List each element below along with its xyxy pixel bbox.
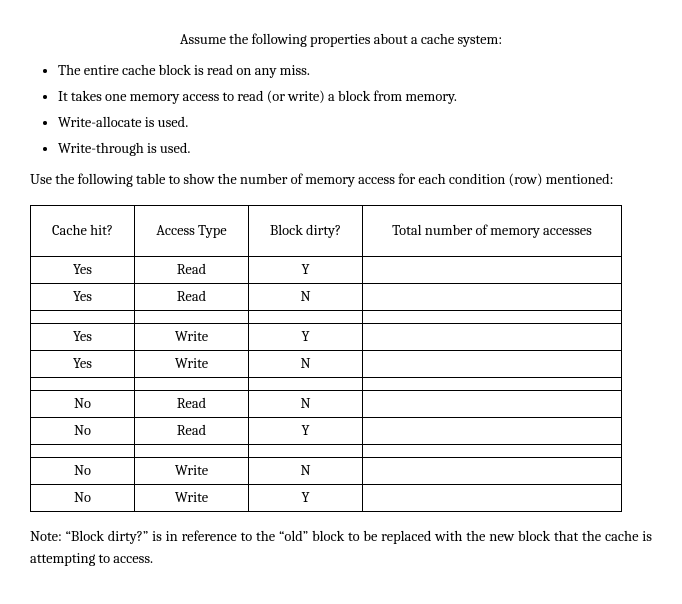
cell-cache-hit: No <box>31 484 135 511</box>
table-row: No Write Y <box>31 484 622 511</box>
cell-block-dirty: Y <box>249 484 363 511</box>
cell-cache-hit: No <box>31 457 135 484</box>
cell-access-type: Read <box>135 390 249 417</box>
table-header-row: Cache hit? Access Type Block dirty? Tota… <box>31 206 622 257</box>
cell-cache-hit: Yes <box>31 323 135 350</box>
cell-block-dirty: N <box>249 350 363 377</box>
properties-list: The entire cache block is read on any mi… <box>30 60 652 159</box>
instruction-text: Use the following table to show the numb… <box>30 169 652 191</box>
cell-cache-hit: No <box>31 417 135 444</box>
page: Assume the following properties about a … <box>0 0 682 604</box>
table-spacer <box>31 444 622 457</box>
cell-total[interactable] <box>363 417 622 444</box>
cell-block-dirty: Y <box>249 323 363 350</box>
table-row: Yes Write N <box>31 350 622 377</box>
table-row: Yes Read N <box>31 283 622 310</box>
cell-access-type: Read <box>135 283 249 310</box>
cell-cache-hit: Yes <box>31 283 135 310</box>
header-total: Total number of memory accesses <box>363 206 622 257</box>
cell-block-dirty: N <box>249 283 363 310</box>
cell-block-dirty: Y <box>249 256 363 283</box>
table-spacer <box>31 310 622 323</box>
table-row: No Read Y <box>31 417 622 444</box>
cell-total[interactable] <box>363 323 622 350</box>
cell-block-dirty: N <box>249 457 363 484</box>
cell-total[interactable] <box>363 283 622 310</box>
cell-block-dirty: Y <box>249 417 363 444</box>
cell-total[interactable] <box>363 484 622 511</box>
table-row: No Write N <box>31 457 622 484</box>
cache-table: Cache hit? Access Type Block dirty? Tota… <box>30 205 622 512</box>
cell-total[interactable] <box>363 256 622 283</box>
table-row: No Read N <box>31 390 622 417</box>
list-item: The entire cache block is read on any mi… <box>58 60 652 82</box>
cell-access-type: Read <box>135 417 249 444</box>
cell-cache-hit: Yes <box>31 256 135 283</box>
list-item: Write-allocate is used. <box>58 112 652 134</box>
table-row: Yes Read Y <box>31 256 622 283</box>
header-block-dirty: Block dirty? <box>249 206 363 257</box>
note-text: Note: “Block dirty?” is in reference to … <box>30 526 652 570</box>
cell-cache-hit: No <box>31 390 135 417</box>
cell-access-type: Write <box>135 484 249 511</box>
header-cache-hit: Cache hit? <box>31 206 135 257</box>
cell-total[interactable] <box>363 350 622 377</box>
cell-total[interactable] <box>363 457 622 484</box>
table-spacer <box>31 377 622 390</box>
cell-cache-hit: Yes <box>31 350 135 377</box>
cell-access-type: Write <box>135 323 249 350</box>
intro-text: Assume the following properties about a … <box>30 29 652 51</box>
cell-access-type: Write <box>135 457 249 484</box>
cell-access-type: Read <box>135 256 249 283</box>
list-item: Write-through is used. <box>58 138 652 160</box>
list-item: It takes one memory access to read (or w… <box>58 86 652 108</box>
table-row: Yes Write Y <box>31 323 622 350</box>
cell-total[interactable] <box>363 390 622 417</box>
header-access-type: Access Type <box>135 206 249 257</box>
cell-access-type: Write <box>135 350 249 377</box>
cell-block-dirty: N <box>249 390 363 417</box>
